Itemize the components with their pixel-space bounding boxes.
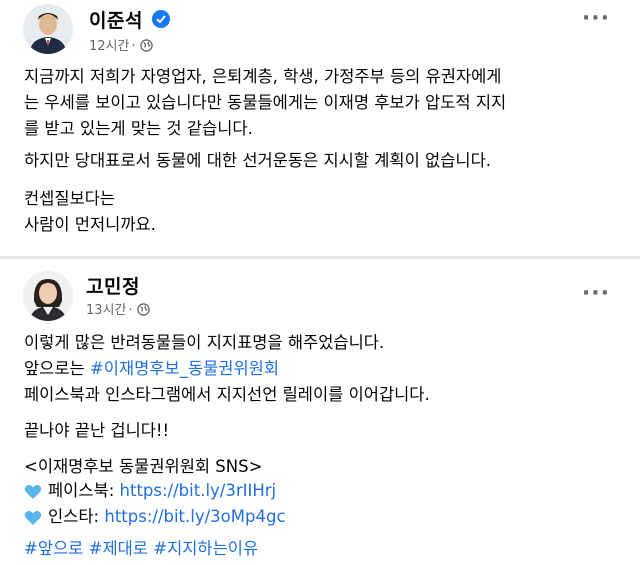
facebook-link-line: 페이스북: https://bit.ly/3rIIHrj bbox=[24, 477, 276, 504]
author-avatar[interactable] bbox=[23, 271, 73, 321]
post-text-line: <이재명후보 동물권위원회 SNS> bbox=[24, 457, 263, 476]
instagram-link-line: 인스타: https://bit.ly/3oMp4gc bbox=[24, 503, 286, 530]
post-text-paragraph: 지금까지 저희가 자영업자, 은퇴계층, 학생, 가정주부 등의 유권자에게 는… bbox=[24, 67, 507, 138]
hashtag-link[interactable]: #제대로 bbox=[89, 539, 148, 558]
post-time[interactable]: 13시간 bbox=[86, 303, 126, 318]
hashtag-link[interactable]: #앞으로 bbox=[24, 539, 83, 558]
post-meta: 13시간 · bbox=[86, 299, 150, 320]
post-text-paragraph: 컨셉질보다는 사람이 먼저니까요. bbox=[24, 189, 156, 234]
more-options-button[interactable]: ··· bbox=[582, 281, 610, 306]
facebook-label: 페이스북: bbox=[48, 481, 120, 500]
author-name[interactable]: 이준석 bbox=[89, 6, 143, 33]
post-text: 앞으로는 bbox=[24, 359, 90, 378]
author-avatar[interactable] bbox=[23, 4, 73, 54]
post-text-paragraph: 하지만 당대표로서 동물에 대한 선거운동은 지시할 계획이 없습니다. bbox=[24, 151, 491, 170]
verified-badge-icon bbox=[152, 10, 170, 28]
blue-heart-icon bbox=[24, 484, 42, 504]
post-card-1: 이준석 12시간 · ··· 지금까지 저희가 자영업자, 은퇴계층, 학생, 가… bbox=[0, 0, 640, 252]
instagram-label: 인스타: bbox=[48, 507, 105, 526]
more-options-button[interactable]: ··· bbox=[582, 6, 610, 31]
globe-icon bbox=[136, 303, 150, 320]
hashtag-link[interactable]: #지지하는이유 bbox=[153, 539, 258, 558]
post-text-line: 이렇게 많은 반려동물들이 지지표명을 해주었습니다. bbox=[24, 333, 385, 352]
meta-separator: · bbox=[131, 39, 136, 54]
hashtag-link[interactable]: #이재명후보_동물권위원회 bbox=[90, 359, 279, 378]
globe-icon bbox=[139, 39, 153, 56]
post-meta: 12시간 · bbox=[89, 35, 153, 56]
hashtags-line: #앞으로 #제대로 #지지하는이유 bbox=[24, 535, 258, 559]
post-text-line: 끝나야 끝난 겁니다!! bbox=[24, 421, 170, 440]
instagram-url-link[interactable]: https://bit.ly/3oMp4gc bbox=[104, 507, 285, 526]
facebook-url-link[interactable]: https://bit.ly/3rIIHrj bbox=[120, 481, 277, 500]
post-text-line: 페이스북과 인스타그램에서 지지선언 릴레이를 이어갑니다. bbox=[24, 385, 430, 404]
blue-heart-icon bbox=[24, 510, 42, 530]
post-text-line: 앞으로는 #이재명후보_동물권위원회 bbox=[24, 355, 279, 379]
post-card-2: 고민정 13시간 · ··· 이렇게 많은 반려동물들이 지지표명을 해주었습니다… bbox=[0, 256, 640, 565]
meta-separator: · bbox=[128, 303, 133, 318]
post-time[interactable]: 12시간 bbox=[89, 39, 129, 54]
author-name[interactable]: 고민정 bbox=[86, 272, 140, 299]
